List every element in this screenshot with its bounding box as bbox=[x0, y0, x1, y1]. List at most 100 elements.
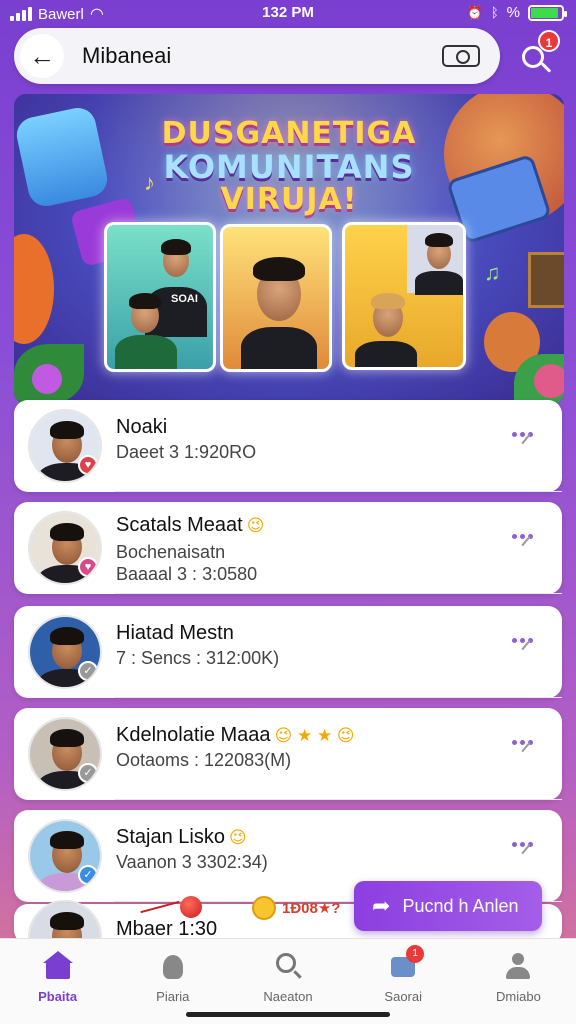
frame-decoration bbox=[528, 252, 564, 308]
flower-decoration bbox=[32, 364, 62, 394]
battery-fill bbox=[531, 7, 558, 18]
avatar[interactable]: ✓ bbox=[28, 819, 102, 893]
person-hair bbox=[161, 239, 191, 255]
person-shirt bbox=[115, 335, 177, 369]
header-bar: ← Mibaneai bbox=[14, 28, 500, 84]
status-badge-icon: ♥ bbox=[78, 557, 98, 577]
people-icon bbox=[158, 951, 188, 981]
share-action-button[interactable]: ➦ Pucnd h Anlen bbox=[354, 881, 542, 931]
avatar[interactable]: ✓ bbox=[28, 615, 102, 689]
back-button[interactable]: ← bbox=[20, 34, 64, 78]
status-badge-icon: ✓ bbox=[78, 865, 98, 885]
status-badge-icon: ✓ bbox=[78, 661, 98, 681]
more-options-button[interactable] bbox=[512, 428, 540, 456]
person-hair bbox=[371, 293, 405, 309]
contact-detail-secondary: Baaaal 3 : 3:0580 bbox=[116, 564, 258, 584]
nav-label: Piaria bbox=[156, 989, 190, 1004]
promo-label: 1Ð08★? bbox=[282, 900, 341, 917]
status-badge-icon: ✓ bbox=[78, 763, 98, 783]
banner-title-line1: DUSGANETIGA bbox=[161, 116, 417, 151]
avatar-hair bbox=[50, 912, 84, 930]
contact-name: Hiatad Mestn bbox=[116, 622, 234, 645]
battery-percent: % bbox=[506, 4, 520, 21]
music-note-icon: ♫ bbox=[484, 260, 501, 285]
divider bbox=[114, 593, 562, 594]
contact-card[interactable]: ✓ Kdelnolatie Maaa 😉 ★ ★ 😉 Ootaoms : 1220… bbox=[14, 708, 562, 800]
nav-item-home[interactable]: Pbaita bbox=[0, 939, 115, 1024]
person-hair bbox=[425, 233, 453, 247]
contact-card[interactable]: ♥ Scatals Meaat 😉 Bochenaisatn Baaaal 3 :… bbox=[14, 502, 562, 594]
contact-detail: Ootaoms : 122083(M) bbox=[116, 750, 292, 770]
emoji-icons: 😉 bbox=[246, 516, 265, 535]
nav-label: Naeaton bbox=[263, 989, 313, 1004]
record-dot-icon bbox=[180, 896, 202, 918]
contact-detail: Daeet 3 1:920RO bbox=[116, 442, 257, 462]
promo-banner[interactable]: ♪ ♫ ♪ DUSGANETIGA KOMUNITANS VIRUJA! SOA… bbox=[14, 94, 564, 404]
avatar-hair bbox=[50, 831, 84, 849]
battery-icon bbox=[528, 4, 567, 21]
contact-detail: 7 : Sencs : 312:00K) bbox=[116, 648, 280, 668]
emoji-icons: 😉 bbox=[228, 828, 247, 847]
nav-label: Saorai bbox=[384, 989, 422, 1004]
contact-name: Scatals Meaat 😉 bbox=[116, 514, 264, 537]
avatar-hair bbox=[50, 627, 84, 645]
coin-icon bbox=[252, 896, 276, 920]
contact-name-text: Kdelnolatie Maaa bbox=[116, 724, 271, 746]
notification-badge: 1 bbox=[538, 30, 560, 52]
user-search-icon-handle bbox=[540, 62, 552, 73]
avatar-hair bbox=[50, 523, 84, 541]
avatar-hair bbox=[50, 729, 84, 747]
nav-label: Dmiabo bbox=[496, 989, 541, 1004]
nav-item-profile[interactable]: Dmiabo bbox=[461, 939, 576, 1024]
contact-detail: Bochenaisatn bbox=[116, 542, 226, 562]
divider bbox=[114, 697, 562, 698]
avatar[interactable]: ✓ bbox=[28, 717, 102, 791]
contact-name: Stajan Lisko 😉 bbox=[116, 826, 247, 849]
status-badge-icon: ♥ bbox=[78, 455, 98, 475]
contact-name-text: Hiatad Mestn bbox=[116, 622, 234, 644]
photo-card-left: SOAI bbox=[104, 222, 216, 372]
avatar-hair bbox=[50, 421, 84, 439]
contact-name: Kdelnolatie Maaa 😉 ★ ★ 😉 bbox=[116, 724, 355, 747]
divider bbox=[114, 491, 562, 492]
user-search-button[interactable]: 1 bbox=[512, 30, 562, 84]
card-overlay-text: SOAI bbox=[171, 293, 198, 305]
promo-chip[interactable]: 1Ð08★? bbox=[252, 896, 340, 920]
flower-decoration bbox=[534, 364, 564, 398]
share-action-label: Pucnd h Anlen bbox=[402, 895, 519, 916]
avatar[interactable]: ♥ bbox=[28, 409, 102, 483]
divider bbox=[114, 799, 562, 800]
more-options-button[interactable] bbox=[512, 736, 540, 764]
status-right: ⏰ ᛒ % bbox=[466, 4, 567, 21]
home-indicator bbox=[186, 1012, 390, 1017]
more-options-button[interactable] bbox=[512, 634, 540, 662]
contact-detail: Vaanon 3 3302:34) bbox=[116, 852, 268, 872]
more-options-button[interactable] bbox=[512, 838, 540, 866]
person-shirt bbox=[241, 327, 317, 369]
arrow-left-icon: ← bbox=[29, 40, 55, 71]
contact-name-text: Scatals Meaat bbox=[116, 514, 243, 536]
contact-card[interactable]: ✓ Hiatad Mestn 7 : Sencs : 312:00K) bbox=[14, 606, 562, 698]
contact-name-text: Stajan Lisko bbox=[116, 826, 225, 848]
header-title: Mibaneai bbox=[82, 43, 172, 68]
contact-name: Noaki bbox=[116, 416, 167, 439]
profile-icon bbox=[503, 951, 533, 981]
photo-card-right bbox=[342, 222, 466, 370]
more-options-button[interactable] bbox=[512, 530, 540, 558]
banner-title-line3: VIRUJA! bbox=[220, 182, 358, 217]
alarm-icon: ⏰ bbox=[466, 4, 483, 20]
nav-badge: 1 bbox=[406, 945, 425, 963]
bluetooth-icon: ᛒ bbox=[490, 5, 499, 20]
person-shirt bbox=[355, 341, 417, 367]
camera-icon[interactable] bbox=[442, 45, 480, 67]
avatar[interactable]: ♥ bbox=[28, 511, 102, 585]
contact-name-text: Mbaer 1:30 bbox=[116, 918, 218, 940]
chat-icon: 1 bbox=[388, 945, 425, 981]
status-bar: Bawerl ◠ 132 PM ⏰ ᛒ % bbox=[0, 0, 576, 26]
emoji-icons: 😉 ★ ★ 😉 bbox=[274, 726, 355, 745]
person-hair bbox=[129, 293, 161, 309]
person-hair bbox=[253, 257, 305, 281]
contact-card[interactable]: ♥ Noaki Daeet 3 1:920RO bbox=[14, 400, 562, 492]
photo-card-center bbox=[220, 224, 332, 372]
share-arrow-icon: ➦ bbox=[372, 893, 391, 918]
